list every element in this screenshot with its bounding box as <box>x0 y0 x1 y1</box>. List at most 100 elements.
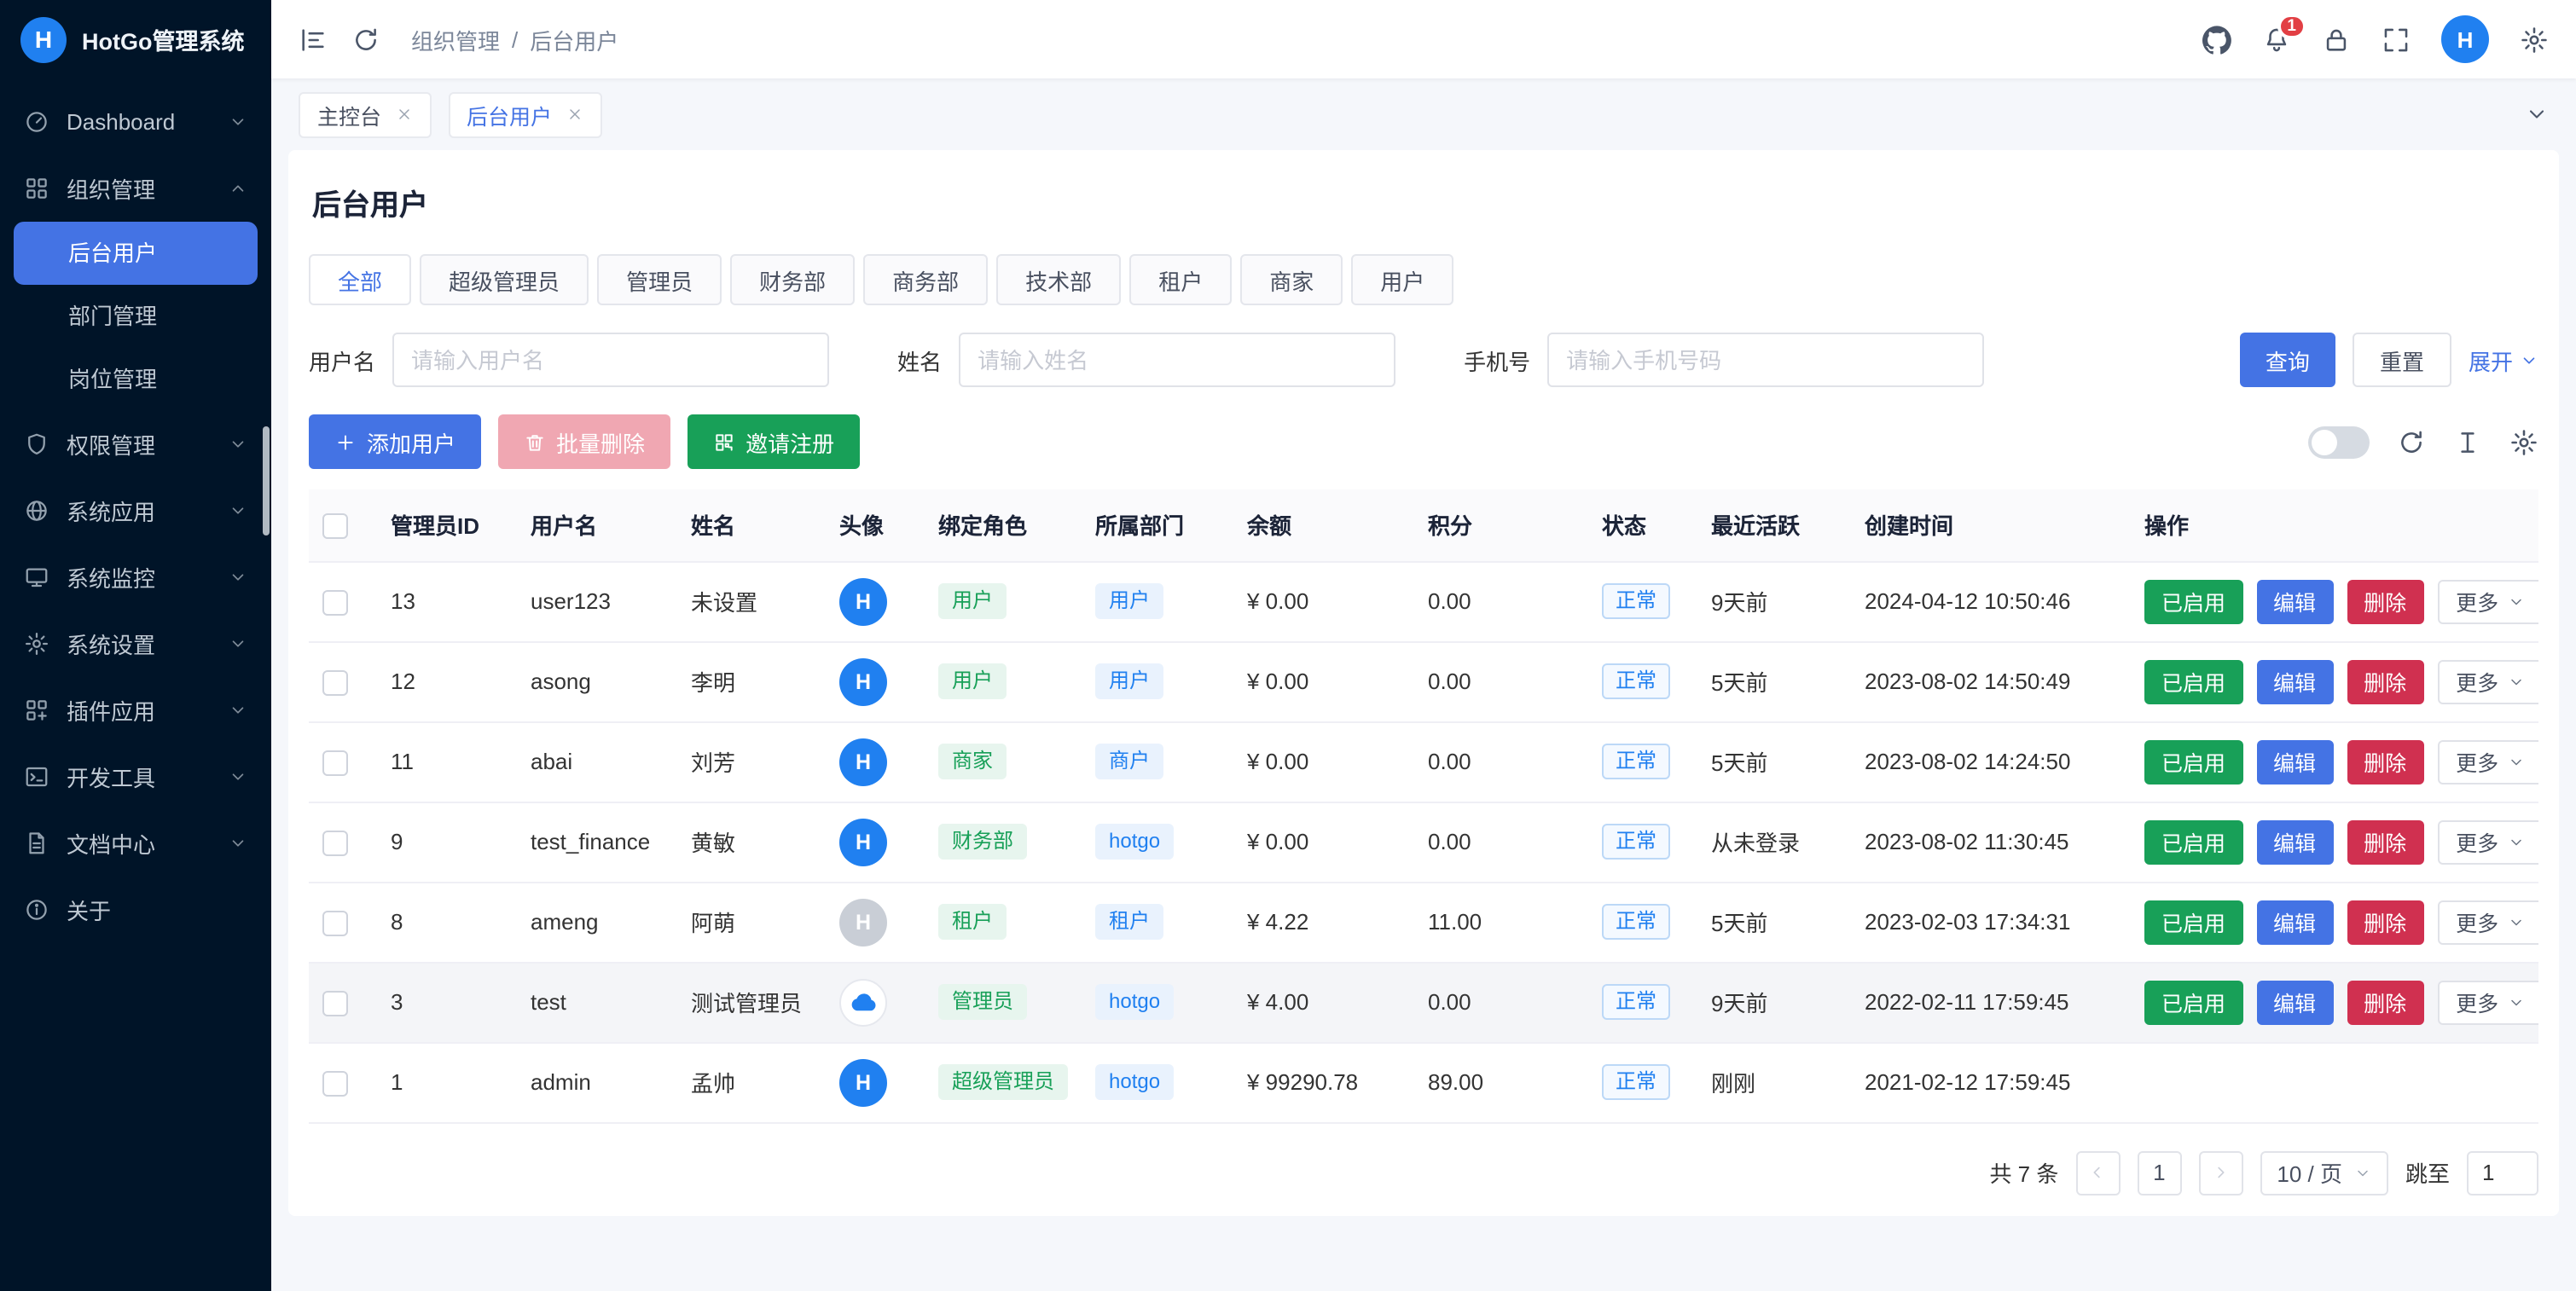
more-button[interactable]: 更多 <box>2437 900 2538 944</box>
column-header: 用户名 <box>517 489 677 561</box>
sidebar-item-plugins[interactable]: 插件应用 <box>0 677 271 744</box>
enable-button[interactable]: 已启用 <box>2144 900 2242 944</box>
delete-button[interactable]: 删除 <box>2347 579 2423 623</box>
delete-button[interactable]: 删除 <box>2347 900 2423 944</box>
edit-button[interactable]: 编辑 <box>2256 819 2333 864</box>
search-button[interactable]: 查询 <box>2240 333 2335 387</box>
density-icon[interactable] <box>2453 427 2482 456</box>
edit-button[interactable]: 编辑 <box>2256 739 2333 784</box>
github-icon[interactable] <box>2202 25 2231 54</box>
row-checkbox[interactable] <box>322 910 348 935</box>
batch-delete-button[interactable]: 批量删除 <box>498 414 670 469</box>
row-checkbox[interactable] <box>322 1070 348 1096</box>
username-input[interactable] <box>392 333 829 387</box>
enable-button[interactable]: 已启用 <box>2144 819 2242 864</box>
cell-role: 管理员 <box>925 962 1082 1042</box>
invite-register-button[interactable]: 邀请注册 <box>688 414 860 469</box>
delete-button[interactable]: 删除 <box>2347 739 2423 784</box>
enable-button[interactable]: 已启用 <box>2144 579 2242 623</box>
breadcrumb-item[interactable]: 组织管理 <box>411 23 500 55</box>
sidebar-item-about[interactable]: 关于 <box>0 877 271 943</box>
fullscreen-icon[interactable] <box>2382 25 2411 54</box>
sidebar-item-dev-tools[interactable]: 开发工具 <box>0 744 271 810</box>
app-logo[interactable]: H HotGo管理系统 <box>0 0 271 78</box>
enable-button[interactable]: 已启用 <box>2144 659 2242 703</box>
name-input[interactable] <box>959 333 1395 387</box>
category-tab-admin[interactable]: 管理员 <box>597 254 722 305</box>
add-user-button[interactable]: 添加用户 <box>309 414 481 469</box>
category-tab-business[interactable]: 商务部 <box>863 254 988 305</box>
row-checkbox[interactable] <box>322 990 348 1016</box>
page-tab-console[interactable]: 主控台 <box>299 91 431 137</box>
table-refresh-icon[interactable] <box>2397 427 2426 456</box>
edit-button[interactable]: 编辑 <box>2256 659 2333 703</box>
sidebar-subitem-departments[interactable]: 部门管理 <box>0 285 271 348</box>
lock-icon[interactable] <box>2322 25 2351 54</box>
row-checkbox[interactable] <box>322 830 348 855</box>
category-tab-tech[interactable]: 技术部 <box>996 254 1121 305</box>
role-tag: 商家 <box>938 744 1007 779</box>
sidebar-item-organization[interactable]: 组织管理 <box>0 155 271 222</box>
delete-button[interactable]: 删除 <box>2347 819 2423 864</box>
more-button[interactable]: 更多 <box>2437 980 2538 1024</box>
sidebar-subitem-backend-users[interactable]: 后台用户 <box>14 222 258 285</box>
page-size-select[interactable]: 10 / 页 <box>2260 1150 2388 1195</box>
edit-button[interactable]: 编辑 <box>2256 900 2333 944</box>
expand-filters-button[interactable]: 展开 <box>2469 344 2538 376</box>
jump-page-input[interactable] <box>2467 1150 2538 1195</box>
bell-icon[interactable]: 1 <box>2262 25 2291 54</box>
sidebar-item-permissions[interactable]: 权限管理 <box>0 411 271 478</box>
more-label: 更多 <box>2456 585 2498 617</box>
category-tab-merchant[interactable]: 商家 <box>1240 254 1343 305</box>
category-tab-tenant[interactable]: 租户 <box>1129 254 1232 305</box>
close-icon[interactable] <box>395 106 412 123</box>
next-page-button[interactable] <box>2198 1150 2242 1195</box>
cell-username: test_finance <box>517 802 677 882</box>
page-tab-backend-users[interactable]: 后台用户 <box>448 91 601 137</box>
add-user-label: 添加用户 <box>367 426 455 458</box>
gear-icon[interactable] <box>2520 25 2549 54</box>
menu-collapse-icon[interactable] <box>299 25 328 54</box>
tabs-collapse-icon[interactable] <box>2525 102 2549 126</box>
app-root: H HotGo管理系统 Dashboard组织管理后台用户部门管理岗位管理权限管… <box>0 0 2576 1291</box>
row-checkbox[interactable] <box>322 750 348 775</box>
sidebar-subitem-positions[interactable]: 岗位管理 <box>0 348 271 411</box>
cell-points: 0.00 <box>1414 561 1588 641</box>
cell-admin-id: 13 <box>377 561 517 641</box>
select-all-checkbox[interactable] <box>322 513 348 539</box>
cell-admin-id: 12 <box>377 641 517 721</box>
prev-page-button[interactable] <box>2075 1150 2120 1195</box>
sidebar-scrollbar[interactable] <box>263 426 270 536</box>
jump-label: 跳至 <box>2405 1156 2450 1189</box>
close-icon[interactable] <box>566 106 583 123</box>
delete-button[interactable]: 删除 <box>2347 659 2423 703</box>
enable-button[interactable]: 已启用 <box>2144 980 2242 1024</box>
page-number-button[interactable]: 1 <box>2137 1150 2181 1195</box>
sidebar-item-docs[interactable]: 文档中心 <box>0 810 271 877</box>
category-tab-user[interactable]: 用户 <box>1351 254 1453 305</box>
edit-button[interactable]: 编辑 <box>2256 579 2333 623</box>
sidebar-item-system-settings[interactable]: 系统设置 <box>0 611 271 677</box>
row-checkbox[interactable] <box>322 669 348 695</box>
sidebar-item-dashboard[interactable]: Dashboard <box>0 89 271 155</box>
phone-input[interactable] <box>1547 333 1984 387</box>
edit-button[interactable]: 编辑 <box>2256 980 2333 1024</box>
more-button[interactable]: 更多 <box>2437 579 2538 623</box>
table-settings-icon[interactable] <box>2509 427 2538 456</box>
sidebar-item-system-monitor[interactable]: 系统监控 <box>0 544 271 611</box>
compact-toggle[interactable] <box>2308 426 2370 458</box>
sidebar-item-system-apps[interactable]: 系统应用 <box>0 478 271 544</box>
category-tab-finance[interactable]: 财务部 <box>730 254 855 305</box>
trash-icon <box>524 431 546 453</box>
user-avatar[interactable]: H <box>2441 15 2489 63</box>
category-tab-all[interactable]: 全部 <box>309 254 411 305</box>
more-button[interactable]: 更多 <box>2437 659 2538 703</box>
category-tab-super-admin[interactable]: 超级管理员 <box>420 254 589 305</box>
more-button[interactable]: 更多 <box>2437 819 2538 864</box>
reset-button[interactable]: 重置 <box>2353 333 2451 387</box>
more-button[interactable]: 更多 <box>2437 739 2538 784</box>
enable-button[interactable]: 已启用 <box>2144 739 2242 784</box>
page-refresh-icon[interactable] <box>351 25 380 54</box>
row-checkbox[interactable] <box>322 589 348 615</box>
delete-button[interactable]: 删除 <box>2347 980 2423 1024</box>
